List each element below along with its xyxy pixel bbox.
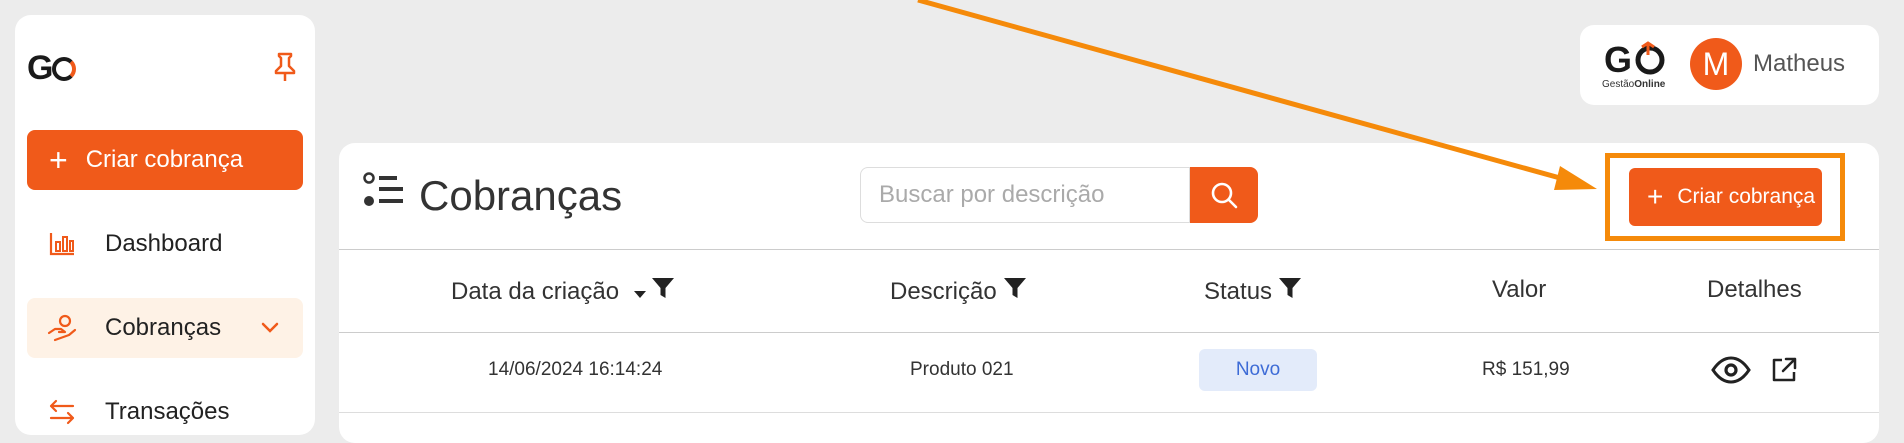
brand-logo[interactable]: G: [27, 49, 77, 88]
status-badge: Novo: [1199, 349, 1317, 391]
search-field[interactable]: [860, 167, 1190, 223]
swap-arrows-icon: [47, 397, 77, 427]
column-header-description[interactable]: Descrição: [890, 276, 1027, 307]
bar-chart-icon: [47, 229, 77, 259]
column-label: Status: [1204, 277, 1273, 305]
sidebar-item-cobrancas[interactable]: Cobranças: [27, 298, 303, 358]
eye-icon[interactable]: [1711, 355, 1751, 390]
sidebar-item-label: Dashboard: [105, 230, 223, 257]
column-header-value: Valor: [1492, 276, 1546, 304]
sidebar-item-label: Cobranças: [105, 314, 222, 341]
filter-icon[interactable]: [651, 276, 675, 307]
filter-icon[interactable]: [1278, 276, 1302, 307]
column-label: Detalhes: [1707, 276, 1802, 303]
create-charge-label: Criar cobrança: [1677, 185, 1816, 208]
sidebar: G + Criar cobrança Dashboard Cobranças T…: [15, 15, 315, 435]
plus-icon: +: [49, 142, 68, 178]
filter-icon[interactable]: [1003, 276, 1027, 307]
page-title: Cobranças: [363, 171, 622, 221]
hand-coin-icon: [47, 313, 77, 343]
sidebar-item-dashboard[interactable]: Dashboard: [27, 214, 303, 274]
row-description: Produto 021: [910, 359, 1014, 380]
column-label: Descrição: [890, 277, 997, 305]
row-date: 14/06/2024 16:14:24: [488, 359, 663, 380]
column-header-details: Detalhes: [1707, 276, 1802, 304]
user-name[interactable]: Matheus: [1753, 50, 1845, 78]
table-row[interactable]: 14/06/2024 16:14:24 Produto 021 Novo R$ …: [339, 333, 1879, 413]
search-button[interactable]: [1190, 167, 1258, 223]
sidebar-create-label: Criar cobrança: [85, 146, 244, 173]
list-icon: [363, 171, 405, 221]
open-external-icon[interactable]: [1771, 357, 1797, 388]
row-value: R$ 151,99: [1482, 359, 1570, 380]
pin-icon[interactable]: [271, 51, 299, 88]
table-header: Data da criação Descrição Status Valor D…: [339, 249, 1879, 333]
column-label: Valor: [1492, 276, 1547, 303]
svg-text:G: G: [1604, 39, 1632, 80]
chevron-down-icon[interactable]: [259, 316, 281, 345]
column-label: Data da criação: [451, 277, 620, 305]
gestao-online-logo: G GestãoOnline: [1602, 39, 1674, 90]
plus-icon: +: [1647, 181, 1664, 212]
column-header-date[interactable]: Data da criação: [451, 276, 675, 307]
sidebar-create-charge-button[interactable]: + Criar cobrança: [27, 130, 303, 190]
sidebar-item-transacoes[interactable]: Transações: [27, 382, 303, 442]
search-input[interactable]: [861, 168, 1189, 222]
search-icon: [1211, 182, 1238, 209]
create-charge-button[interactable]: + Criar cobrança: [1629, 168, 1822, 226]
sort-desc-icon[interactable]: [633, 278, 647, 306]
svg-text:GestãoOnline: GestãoOnline: [1602, 79, 1666, 90]
avatar[interactable]: M: [1690, 38, 1742, 90]
user-card: G GestãoOnline M Matheus: [1580, 25, 1879, 105]
sidebar-item-label: Transações: [105, 398, 230, 425]
column-header-status[interactable]: Status: [1204, 276, 1302, 307]
page-title-text: Cobranças: [419, 172, 623, 219]
